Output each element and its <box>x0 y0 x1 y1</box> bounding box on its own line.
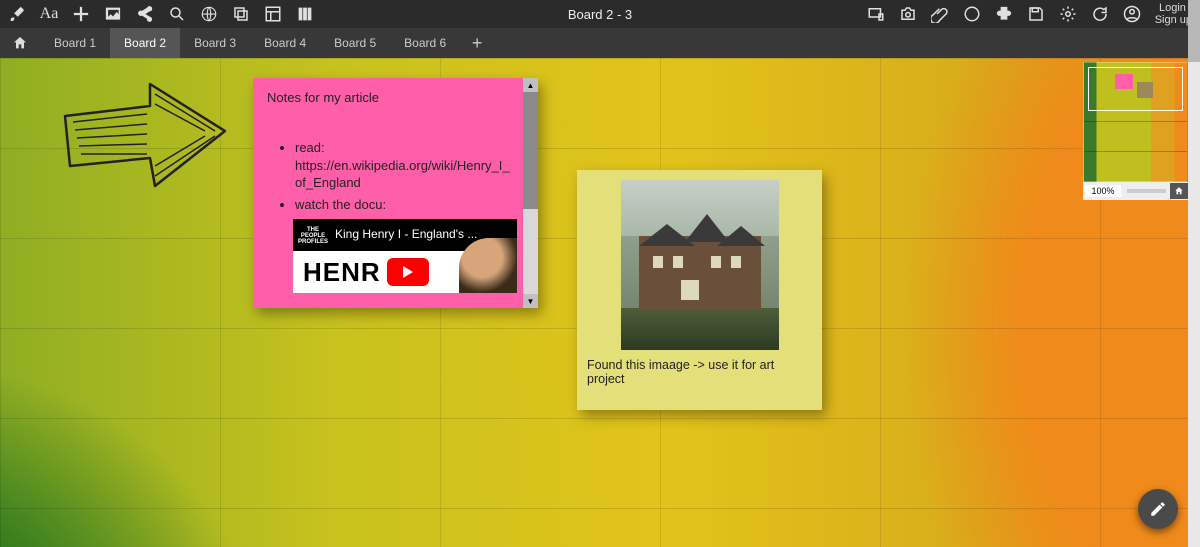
wiki-link[interactable]: https://en.wikipedia.org/wiki/Henry_I_of… <box>295 158 510 191</box>
auth-links[interactable]: Login / Sign up <box>1155 2 1192 26</box>
note-yellow-image <box>621 180 779 350</box>
video-embed[interactable]: THE PEOPLE PROFILES King Henry I - Engla… <box>293 219 517 293</box>
note-pink-content: Notes for my article read: https://en.wi… <box>253 78 523 308</box>
board-title: Board 2 - 3 <box>568 7 632 22</box>
toolbar-left: Aa <box>0 5 314 23</box>
video-face <box>459 238 517 293</box>
add-note-icon[interactable] <box>72 5 90 23</box>
minimap[interactable]: 100% <box>1083 62 1188 200</box>
tab-bar: Board 1 Board 2 Board 3 Board 4 Board 5 … <box>0 28 1200 58</box>
note-yellow-caption: Found this imaage -> use it for art proj… <box>587 358 812 386</box>
edit-fab[interactable] <box>1138 489 1178 529</box>
page-scrollbar[interactable] <box>1188 0 1200 547</box>
toolbar-right: Login / Sign up <box>867 2 1200 26</box>
attachment-icon[interactable] <box>931 5 949 23</box>
tab-board-2[interactable]: Board 2 <box>110 28 180 58</box>
play-icon[interactable] <box>387 258 429 286</box>
refresh-icon[interactable] <box>1091 5 1109 23</box>
columns-icon[interactable] <box>296 5 314 23</box>
camera-icon[interactable] <box>899 5 917 23</box>
tab-board-5[interactable]: Board 5 <box>320 28 390 58</box>
tab-board-1[interactable]: Board 1 <box>40 28 110 58</box>
home-icon <box>1174 186 1184 196</box>
tab-board-3[interactable]: Board 3 <box>180 28 250 58</box>
home-button[interactable] <box>0 28 40 58</box>
zoom-slider[interactable] <box>1127 189 1166 193</box>
scroll-track[interactable] <box>523 92 538 294</box>
note-pink-title: Notes for my article <box>267 90 513 105</box>
device-icon[interactable] <box>867 5 885 23</box>
pencil-icon <box>1149 500 1167 518</box>
minimap-home-button[interactable] <box>1170 183 1188 199</box>
tab-board-6[interactable]: Board 6 <box>390 28 460 58</box>
board-canvas[interactable]: Notes for my article read: https://en.wi… <box>0 58 1200 547</box>
layout-icon[interactable] <box>264 5 282 23</box>
brush-icon[interactable] <box>8 5 26 23</box>
minimap-controls: 100% <box>1083 182 1188 200</box>
image-icon[interactable] <box>104 5 122 23</box>
minimap-viewport[interactable] <box>1088 67 1183 111</box>
video-title: King Henry I - England's ... <box>327 219 481 241</box>
note-scrollbar[interactable]: ▲ ▼ <box>523 78 538 308</box>
minimap-view[interactable] <box>1083 62 1188 182</box>
minimap-pink-note <box>1115 74 1133 89</box>
note-pink[interactable]: Notes for my article read: https://en.wi… <box>253 78 538 308</box>
minimap-yellow-note <box>1137 82 1153 98</box>
note-yellow[interactable]: Found this imaage -> use it for art proj… <box>577 170 822 410</box>
tab-board-4[interactable]: Board 4 <box>250 28 320 58</box>
share-icon[interactable] <box>136 5 154 23</box>
text-icon[interactable]: Aa <box>40 5 58 23</box>
save-icon[interactable] <box>1027 5 1045 23</box>
user-icon[interactable] <box>1123 5 1141 23</box>
login-link[interactable]: Login / <box>1155 2 1192 14</box>
bullet-read: read: https://en.wikipedia.org/wiki/Henr… <box>295 139 513 192</box>
scroll-down-icon[interactable]: ▼ <box>523 294 538 308</box>
search-icon[interactable] <box>168 5 186 23</box>
add-tab-button[interactable]: + <box>460 28 494 58</box>
signup-link[interactable]: Sign up <box>1155 14 1192 26</box>
video-channel-badge: THE PEOPLE PROFILES <box>298 227 328 245</box>
gear-icon[interactable] <box>1059 5 1077 23</box>
chat-icon[interactable] <box>963 5 981 23</box>
page-scroll-thumb[interactable] <box>1188 0 1200 62</box>
scroll-thumb[interactable] <box>523 92 538 209</box>
zoom-level[interactable]: 100% <box>1085 185 1121 197</box>
copy-icon[interactable] <box>232 5 250 23</box>
plugin-icon[interactable] <box>995 5 1013 23</box>
web-icon[interactable] <box>200 5 218 23</box>
bullet-watch: watch the docu: <box>295 196 513 214</box>
scroll-up-icon[interactable]: ▲ <box>523 78 538 92</box>
top-toolbar: Aa Board 2 - 3 Login / Sign up <box>0 0 1200 28</box>
